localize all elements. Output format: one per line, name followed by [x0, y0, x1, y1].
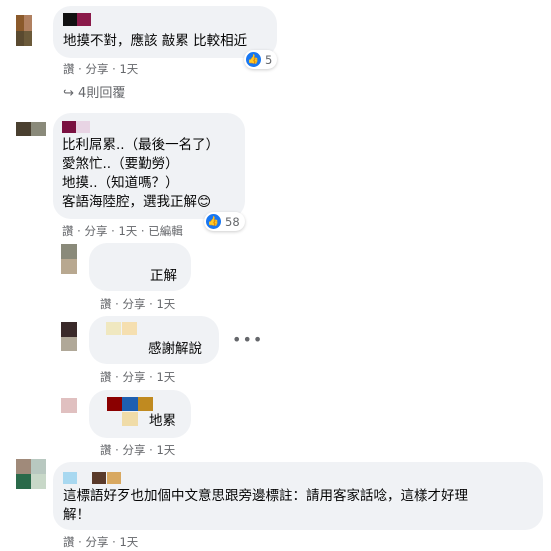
commenter-name[interactable] [107, 397, 122, 411]
commenter-name[interactable] [107, 472, 121, 484]
reply-arrow-icon: ↪ [63, 86, 74, 101]
commenter-name[interactable] [122, 322, 137, 335]
view-replies-label: 4則回覆 [78, 86, 126, 101]
share-button[interactable]: 分享 [122, 443, 145, 457]
commenter-name[interactable] [92, 472, 106, 484]
avatar[interactable] [61, 244, 77, 274]
reaction-count: 58 [225, 214, 240, 229]
commenter-name[interactable] [63, 13, 77, 26]
timestamp[interactable]: 1天 [156, 443, 175, 457]
edited-label[interactable]: 已編輯 [148, 224, 183, 238]
avatar[interactable] [16, 122, 46, 136]
avatar[interactable] [16, 459, 46, 489]
reply-text: 感謝解說 [148, 341, 202, 357]
timestamp[interactable]: 1天 [118, 224, 137, 238]
avatar[interactable] [61, 398, 77, 413]
like-button[interactable]: 讚 [63, 535, 75, 549]
reply-actions: 讚 · 分享 · 1天 [100, 297, 176, 311]
commenter-name[interactable] [77, 13, 91, 26]
commenter-name[interactable] [76, 121, 90, 133]
reply-actions: 讚 · 分享 · 1天 [100, 370, 176, 384]
avatar[interactable] [61, 322, 77, 351]
reply-actions: 讚 · 分享 · 1天 [100, 443, 176, 457]
comment-actions: 讚 · 分享 · 1天 [63, 535, 139, 549]
commenter-name[interactable] [122, 412, 138, 426]
like-icon: 👍 [206, 214, 221, 229]
reaction-summary[interactable]: 👍 5 [244, 50, 278, 69]
comment-text: 愛煞忙..（要勤勞） [62, 156, 179, 172]
comment-actions: 讚 · 分享 · 1天 · 已編輯 [62, 224, 183, 238]
like-button[interactable]: 讚 [100, 297, 112, 311]
timestamp[interactable]: 1天 [119, 62, 138, 76]
like-button[interactable]: 讚 [100, 370, 112, 384]
timestamp[interactable]: 1天 [156, 297, 175, 311]
comment-text: 解！ [63, 507, 90, 523]
comment-text: 客語海陸腔，選我正解😊 [62, 194, 212, 210]
commenter-name[interactable] [62, 121, 76, 133]
comment-text: 這標語好歹也加個中文意思跟旁邊標註：請用客家話唸，這樣才好理 [63, 488, 468, 504]
reply-text: 正解 [150, 268, 177, 284]
commenter-name[interactable] [106, 322, 121, 335]
more-options-icon[interactable]: ••• [232, 330, 263, 349]
share-button[interactable]: 分享 [84, 224, 107, 238]
comment-text: 比利屌累..（最後一名了） [62, 137, 220, 153]
share-button[interactable]: 分享 [85, 62, 108, 76]
avatar[interactable] [16, 15, 32, 46]
like-button[interactable]: 讚 [100, 443, 112, 457]
comment-actions: 讚 · 分享 · 1天 [63, 62, 139, 76]
like-icon: 👍 [246, 52, 261, 67]
view-replies-link[interactable]: ↪ 4則回覆 [63, 82, 125, 101]
comment-text: 地摸..（知道嗎？） [62, 175, 179, 191]
reaction-summary[interactable]: 👍 58 [204, 212, 245, 231]
share-button[interactable]: 分享 [122, 297, 145, 311]
commenter-name[interactable] [138, 397, 153, 411]
share-button[interactable]: 分享 [122, 370, 145, 384]
share-button[interactable]: 分享 [85, 535, 108, 549]
reaction-count: 5 [265, 52, 273, 67]
commenter-name[interactable] [122, 397, 138, 411]
commenter-name[interactable] [63, 472, 77, 484]
reply-text: 地累 [149, 413, 176, 429]
timestamp[interactable]: 1天 [119, 535, 138, 549]
like-button[interactable]: 讚 [62, 224, 74, 238]
timestamp[interactable]: 1天 [156, 370, 175, 384]
comment-text: 地摸不對，應該 敲累 比較相近 [63, 33, 248, 49]
like-button[interactable]: 讚 [63, 62, 75, 76]
